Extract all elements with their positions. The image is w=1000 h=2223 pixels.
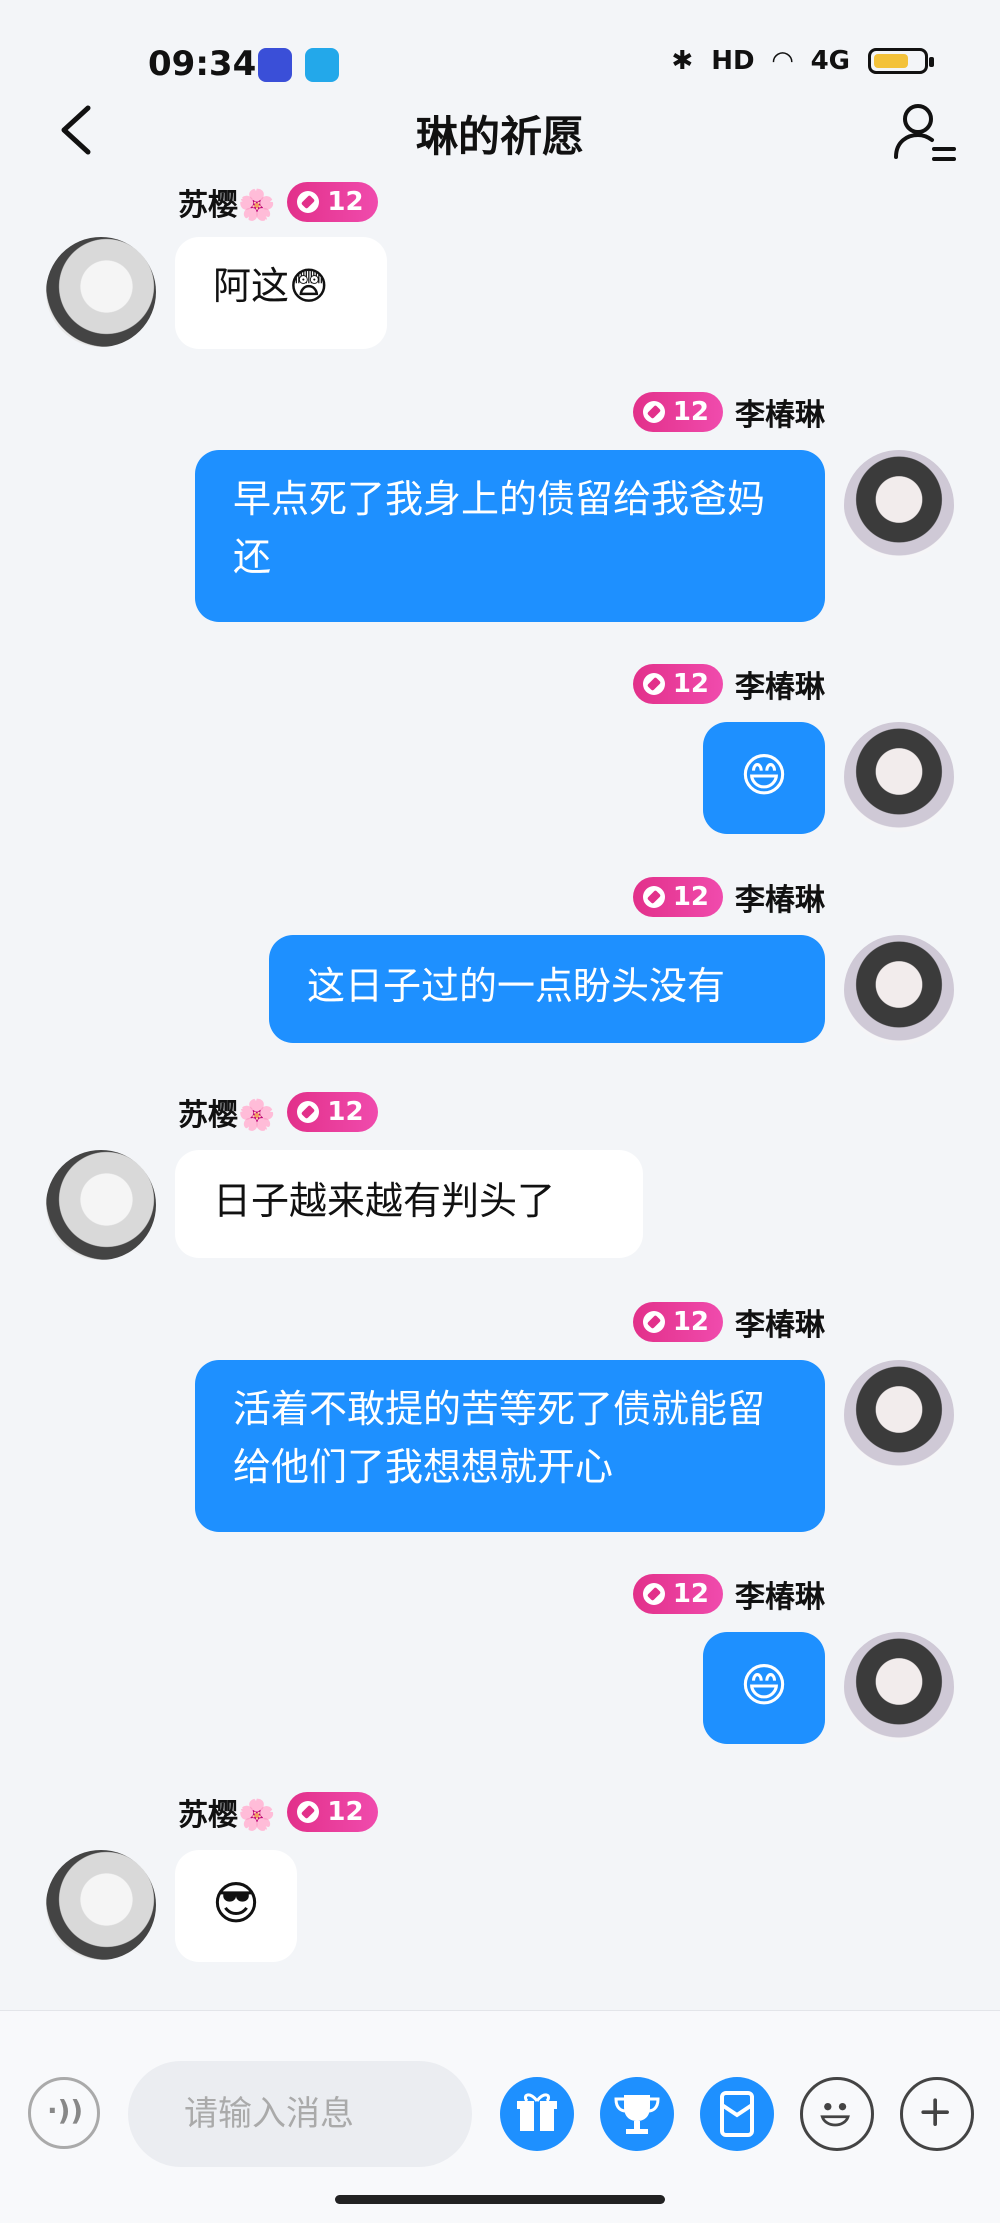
gift-button[interactable] bbox=[500, 2077, 574, 2151]
message-bubble[interactable]: 早点死了我身上的债留给我爸妈还 bbox=[195, 450, 825, 622]
notification-app-icon bbox=[258, 48, 292, 82]
chat-header: 琳的祈愿 bbox=[0, 85, 1000, 175]
level-badge: 12 bbox=[632, 664, 723, 704]
level-badge: 12 bbox=[632, 1302, 723, 1342]
gift-icon bbox=[517, 2093, 557, 2131]
notification-app-icon-2 bbox=[305, 48, 339, 82]
sender-row: 苏樱🌸 12 bbox=[178, 1090, 378, 1134]
sender-name: 李椿琳 bbox=[735, 670, 825, 705]
message-bubble[interactable]: 阿这😨 bbox=[175, 237, 387, 349]
message-bubble[interactable]: 活着不敢提的苦等死了债就能留给他们了我想想就开心 bbox=[195, 1360, 825, 1532]
level-badge: 12 bbox=[632, 392, 723, 432]
group-members-button[interactable] bbox=[888, 95, 960, 167]
avatar[interactable] bbox=[46, 1150, 156, 1260]
avatar[interactable] bbox=[844, 450, 954, 560]
voice-input-button[interactable] bbox=[28, 2077, 100, 2149]
trophy-button[interactable] bbox=[600, 2077, 674, 2151]
user-list-icon bbox=[894, 104, 956, 161]
message-input[interactable]: 请输入消息 bbox=[128, 2061, 472, 2167]
sender-row: 12 李椿琳 bbox=[632, 1300, 825, 1344]
sender-row: 12 李椿琳 bbox=[632, 662, 825, 706]
sender-name: 李椿琳 bbox=[735, 398, 825, 433]
message-bubble[interactable]: 😎 bbox=[175, 1850, 297, 1962]
plus-icon bbox=[921, 2098, 949, 2126]
wifi-icon: ◠ bbox=[772, 46, 793, 76]
envelope-icon bbox=[720, 2091, 754, 2137]
trophy-icon bbox=[614, 2095, 660, 2134]
sender-row: 苏樱🌸 12 bbox=[178, 180, 378, 224]
sender-name: 苏樱🌸 bbox=[178, 1798, 276, 1833]
message-bubble[interactable]: 😄 bbox=[703, 1632, 825, 1744]
sender-row: 12 李椿琳 bbox=[632, 875, 825, 919]
avatar[interactable] bbox=[46, 237, 156, 347]
sender-name: 苏樱🌸 bbox=[178, 1098, 276, 1133]
avatar[interactable] bbox=[844, 935, 954, 1045]
message-bubble[interactable]: 日子越来越有判头了 bbox=[175, 1150, 643, 1258]
battery-icon bbox=[868, 48, 934, 74]
level-badge: 12 bbox=[287, 1792, 378, 1832]
home-indicator[interactable] bbox=[335, 2195, 665, 2204]
sender-row: 12 李椿琳 bbox=[632, 390, 825, 434]
avatar[interactable] bbox=[844, 1632, 954, 1742]
level-badge: 12 bbox=[632, 1574, 723, 1614]
emoji-button[interactable] bbox=[800, 2077, 874, 2151]
input-toolbar: 请输入消息 bbox=[0, 2010, 1000, 2223]
avatar[interactable] bbox=[46, 1850, 156, 1960]
level-badge: 12 bbox=[287, 1092, 378, 1132]
level-badge: 12 bbox=[287, 182, 378, 222]
smiley-icon bbox=[820, 2102, 850, 2127]
avatar[interactable] bbox=[844, 1360, 954, 1470]
bluetooth-icon: ✱ bbox=[671, 46, 694, 76]
more-button[interactable] bbox=[900, 2077, 974, 2151]
sender-row: 12 李椿琳 bbox=[632, 1572, 825, 1616]
sender-name: 李椿琳 bbox=[735, 883, 825, 918]
hd-icon: HD bbox=[711, 46, 755, 76]
message-bubble[interactable]: 这日子过的一点盼头没有 bbox=[269, 935, 825, 1043]
sender-name: 李椿琳 bbox=[735, 1308, 825, 1343]
chat-message-list[interactable]: 苏樱🌸 12 阿这😨 12 李椿琳 早点死了我身上的债留给我爸妈还 12 李椿琳… bbox=[0, 175, 1000, 1995]
sender-name: 苏樱🌸 bbox=[178, 188, 276, 223]
level-badge: 12 bbox=[632, 877, 723, 917]
sender-row: 苏樱🌸 12 bbox=[178, 1790, 378, 1834]
sender-name: 李椿琳 bbox=[735, 1580, 825, 1615]
red-packet-button[interactable] bbox=[700, 2077, 774, 2151]
message-bubble[interactable]: 😄 bbox=[703, 722, 825, 834]
status-time: 09:34 bbox=[148, 44, 257, 84]
status-indicators: ✱ HD ◠ 4G bbox=[671, 46, 934, 76]
signal-icon: 4G bbox=[810, 46, 850, 76]
page-title: 琳的祈愿 bbox=[415, 112, 584, 161]
avatar[interactable] bbox=[844, 722, 954, 832]
